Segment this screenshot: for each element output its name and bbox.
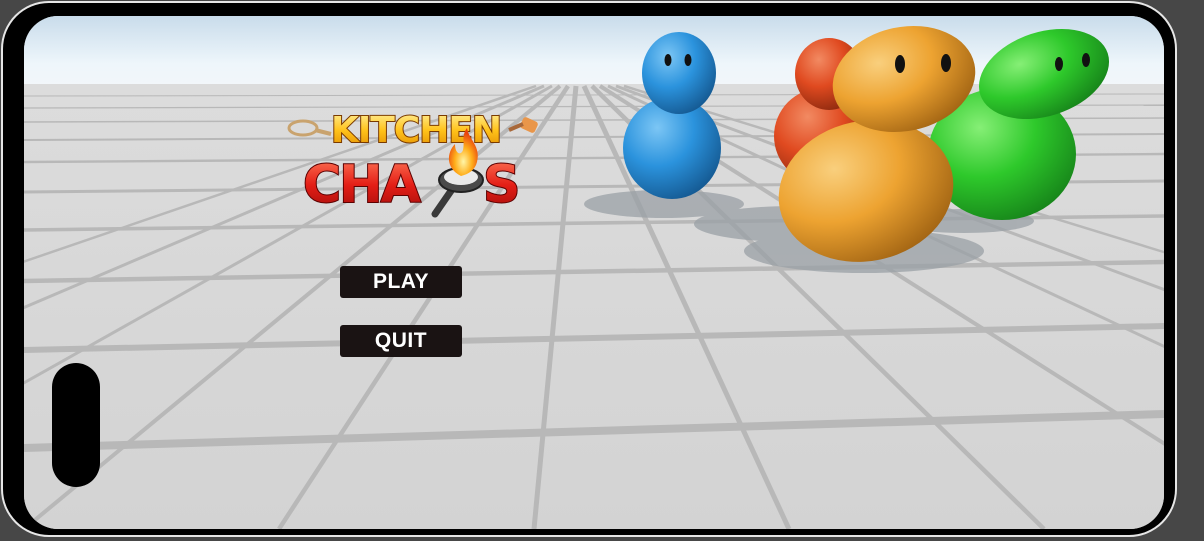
game-scene xyxy=(24,16,1164,529)
logo-title-line2: CHA xyxy=(303,155,421,215)
play-button[interactable]: PLAY xyxy=(340,266,462,298)
eye-icon xyxy=(684,54,692,66)
logo-title-line1: KITCHEN xyxy=(331,110,501,151)
spatula-icon xyxy=(508,117,538,133)
logo-title-line2-end: S xyxy=(483,155,520,215)
eye-icon xyxy=(895,55,905,73)
eye-icon xyxy=(1055,57,1063,71)
whisk-icon xyxy=(287,119,332,137)
eye-icon xyxy=(941,54,951,72)
kitchen-chaos-logo: KITCHEN CHA S xyxy=(287,109,538,218)
eye-icon xyxy=(664,54,672,66)
quit-button[interactable]: QUIT xyxy=(340,325,462,357)
game-viewport: KITCHEN CHA S PLAY QUIT xyxy=(24,16,1164,529)
device-camera-pill xyxy=(52,363,100,487)
eye-icon xyxy=(1082,53,1090,67)
